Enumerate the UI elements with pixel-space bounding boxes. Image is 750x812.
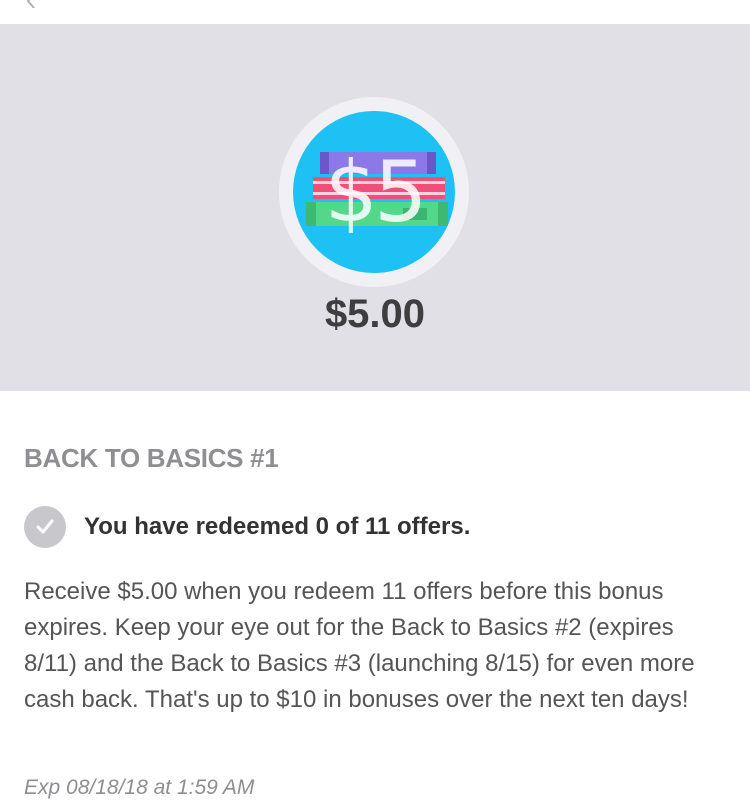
bonus-badge: $5 xyxy=(293,111,455,273)
offer-description: Receive $5.00 when you redeem 11 offers … xyxy=(24,578,695,713)
check-icon xyxy=(24,506,66,548)
expiry-date: Exp 08/18/18 at 1:59 AM xyxy=(24,776,255,799)
bonus-amount: $5.00 xyxy=(324,292,426,336)
offer-title: BACK TO BASICS #1 xyxy=(24,443,279,473)
redemption-progress: You have redeemed 0 of 11 offers. xyxy=(24,506,470,548)
hero-banner: $5 $5.00 xyxy=(0,24,750,391)
progress-text: You have redeemed 0 of 11 offers. xyxy=(84,513,471,540)
badge-label: $5 xyxy=(324,143,428,241)
back-chevron-icon[interactable] xyxy=(24,0,38,9)
badge-ring: $5 xyxy=(279,97,469,287)
